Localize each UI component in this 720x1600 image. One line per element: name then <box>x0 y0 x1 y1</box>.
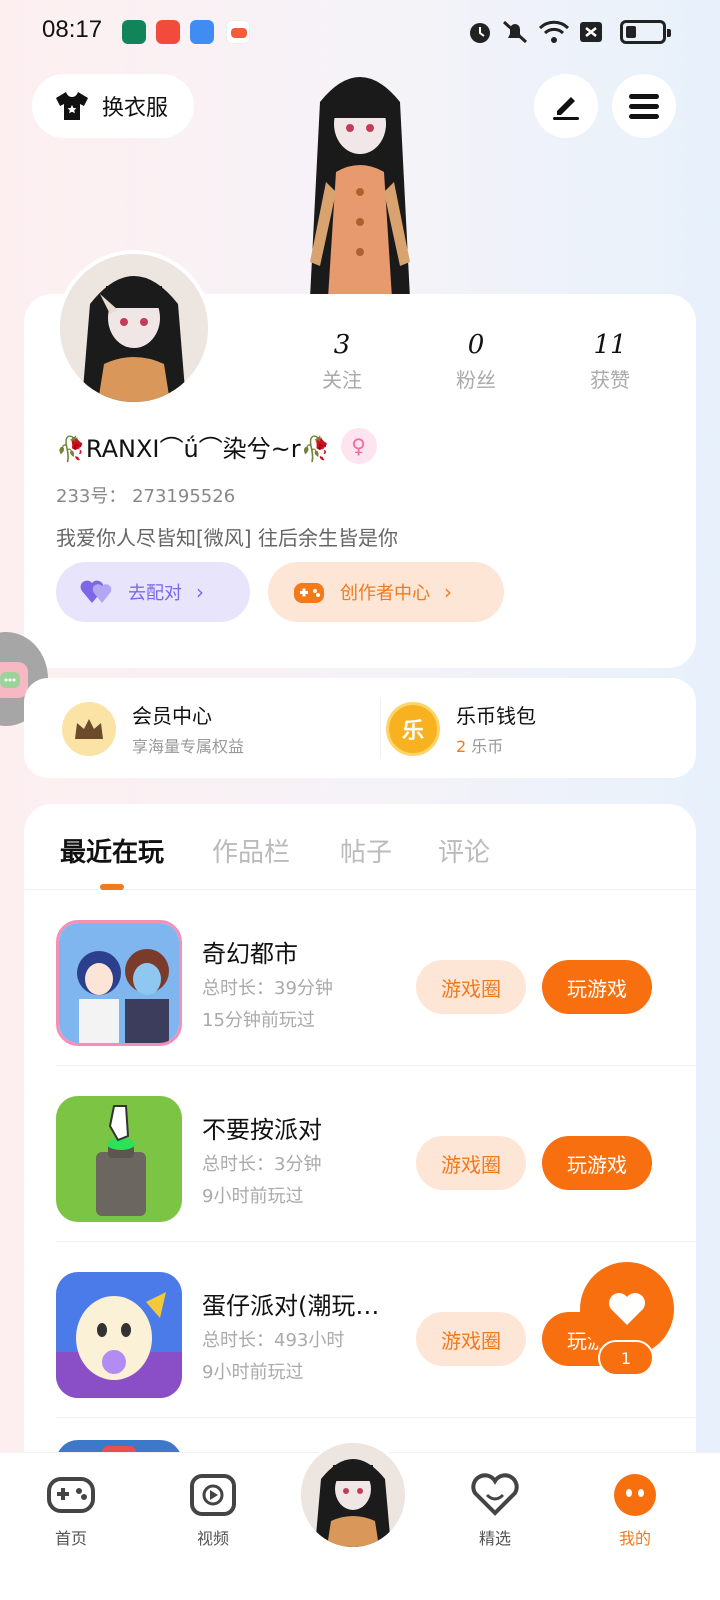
divider <box>380 698 381 758</box>
status-time: 08:17 <box>42 16 103 43</box>
app-notification-icon <box>122 20 146 44</box>
female-gender-icon: ♀ <box>340 428 377 464</box>
wifi-icon <box>538 20 570 43</box>
gamepad-icon <box>294 583 324 603</box>
vip-center-title: 会员中心 <box>132 704 212 728</box>
game-last-played: 15分钟前玩过 <box>202 1010 315 1031</box>
game-name: 不要按派对 <box>202 1116 322 1144</box>
status-bar: 08:17 <box>0 0 720 64</box>
user-id: 233号： 273195526 <box>56 486 236 507</box>
nav-home[interactable]: 首页 <box>26 1473 116 1549</box>
change-outfit-button[interactable]: 换衣服 <box>32 74 194 138</box>
game-thumbnail[interactable] <box>56 920 182 1046</box>
game-thumbnail[interactable] <box>56 1096 182 1222</box>
game-row[interactable]: 不要按派对 总时长：3分钟 9小时前玩过 游戏圈 玩游戏 <box>56 1066 696 1242</box>
match-label: 去配对 <box>128 583 182 604</box>
menu-icon <box>629 94 659 119</box>
nickname: 🥀RANXI⌒ǘ⌒染兮~r🥀 <box>56 434 331 463</box>
app-notification-icon <box>156 20 180 44</box>
tab-recently-played[interactable]: 最近在玩 <box>60 832 164 869</box>
wallet-unit: 乐币 <box>471 737 504 756</box>
play-game-button[interactable]: 玩游戏 <box>542 960 652 1014</box>
profile-avatar[interactable] <box>56 250 212 406</box>
change-outfit-label: 换衣服 <box>102 96 169 121</box>
gamepad-icon <box>47 1477 95 1513</box>
game-total-time: 总时长：493小时 <box>202 1330 345 1351</box>
nav-home-label: 首页 <box>54 1529 87 1548</box>
battery-icon <box>620 20 671 44</box>
tab-comments[interactable]: 评论 <box>438 832 490 869</box>
match-button[interactable]: 去配对 › <box>56 562 250 622</box>
following-label: 关注 <box>322 368 362 392</box>
game-name: 奇幻都市 <box>202 940 298 968</box>
wallet-entry[interactable]: 乐 乐币钱包 2 乐币 <box>386 700 536 757</box>
chevron-right-icon: › <box>196 580 204 604</box>
avatar-character-figure[interactable] <box>280 62 440 298</box>
stat-followers[interactable]: 0 粉丝 <box>426 330 526 393</box>
tshirt-icon <box>56 92 88 120</box>
menu-button[interactable] <box>612 74 676 138</box>
game-row[interactable]: 奇幻都市 总时长：39分钟 15分钟前玩过 游戏圈 玩游戏 <box>56 890 696 1066</box>
nav-mine[interactable]: 我的 <box>590 1473 680 1549</box>
sim-off-icon <box>580 22 602 42</box>
game-last-played: 9小时前玩过 <box>202 1186 304 1207</box>
game-name: 蛋仔派对(潮玩… <box>202 1292 380 1320</box>
stat-following[interactable]: 3 关注 <box>292 330 392 393</box>
game-circle-button[interactable]: 游戏圈 <box>416 1136 526 1190</box>
play-game-button[interactable]: 玩游戏 <box>542 1136 652 1190</box>
chat-icon <box>0 662 28 698</box>
creator-center-label: 创作者中心 <box>340 583 430 604</box>
game-total-time: 总时长：39分钟 <box>202 978 333 999</box>
pencil-icon <box>553 97 579 120</box>
followers-count: 0 <box>467 330 485 360</box>
likes-count: 11 <box>593 330 627 360</box>
user-bio: 我爱你人尽皆知[微风] 往后余生皆是你 <box>56 526 398 550</box>
game-last-played: 9小时前玩过 <box>202 1362 304 1383</box>
game-total-time: 总时长：3分钟 <box>202 1154 322 1175</box>
following-count: 3 <box>333 330 351 360</box>
app-notification-icon <box>190 20 214 44</box>
wallet-title: 乐币钱包 <box>456 704 536 728</box>
game-circle-button[interactable]: 游戏圈 <box>416 1312 526 1366</box>
game-circle-button[interactable]: 游戏圈 <box>416 960 526 1014</box>
floating-like-count: 1 <box>598 1340 654 1376</box>
coin-icon: 乐 <box>386 701 440 756</box>
hearts-icon <box>80 580 112 603</box>
vip-center-subtitle: 享海量专属权益 <box>132 737 245 756</box>
nav-center-avatar[interactable] <box>298 1440 408 1550</box>
likes-label: 获赞 <box>590 368 630 392</box>
chevron-right-icon: › <box>444 580 452 604</box>
nav-mine-label: 我的 <box>618 1529 651 1548</box>
wallet-balance: 2 乐币 <box>456 733 536 757</box>
nav-featured-label: 精选 <box>478 1529 511 1548</box>
nav-video-label: 视频 <box>196 1529 229 1548</box>
alarm-icon <box>470 23 490 43</box>
tab-works[interactable]: 作品栏 <box>212 832 290 869</box>
creator-center-button[interactable]: 创作者中心 › <box>268 562 504 622</box>
heart-icon <box>609 1293 645 1325</box>
crown-icon <box>62 701 116 756</box>
app-notification-icon <box>226 20 250 44</box>
vip-center-entry[interactable]: 会员中心 享海量专属权益 <box>62 700 244 757</box>
stat-likes[interactable]: 11 获赞 <box>560 330 660 393</box>
mute-icon <box>502 20 528 44</box>
tab-posts[interactable]: 帖子 <box>340 832 392 869</box>
edit-profile-button[interactable] <box>534 74 598 138</box>
heart-badge-icon <box>471 1473 519 1516</box>
wallet-amount: 2 <box>456 737 467 756</box>
content-tabs: 最近在玩 作品栏 帖子 评论 <box>24 804 696 890</box>
game-thumbnail[interactable] <box>56 1272 182 1398</box>
followers-label: 粉丝 <box>456 368 496 392</box>
nav-featured[interactable]: 精选 <box>450 1473 540 1549</box>
member-wallet-card: 会员中心 享海量专属权益 乐 乐币钱包 2 乐币 <box>24 678 696 778</box>
nav-video[interactable]: 视频 <box>168 1473 258 1549</box>
nickname-row: 🥀RANXI⌒ǘ⌒染兮~r🥀 ♀ <box>56 428 377 464</box>
video-play-icon <box>190 1474 236 1516</box>
profile-face-icon <box>614 1474 656 1516</box>
